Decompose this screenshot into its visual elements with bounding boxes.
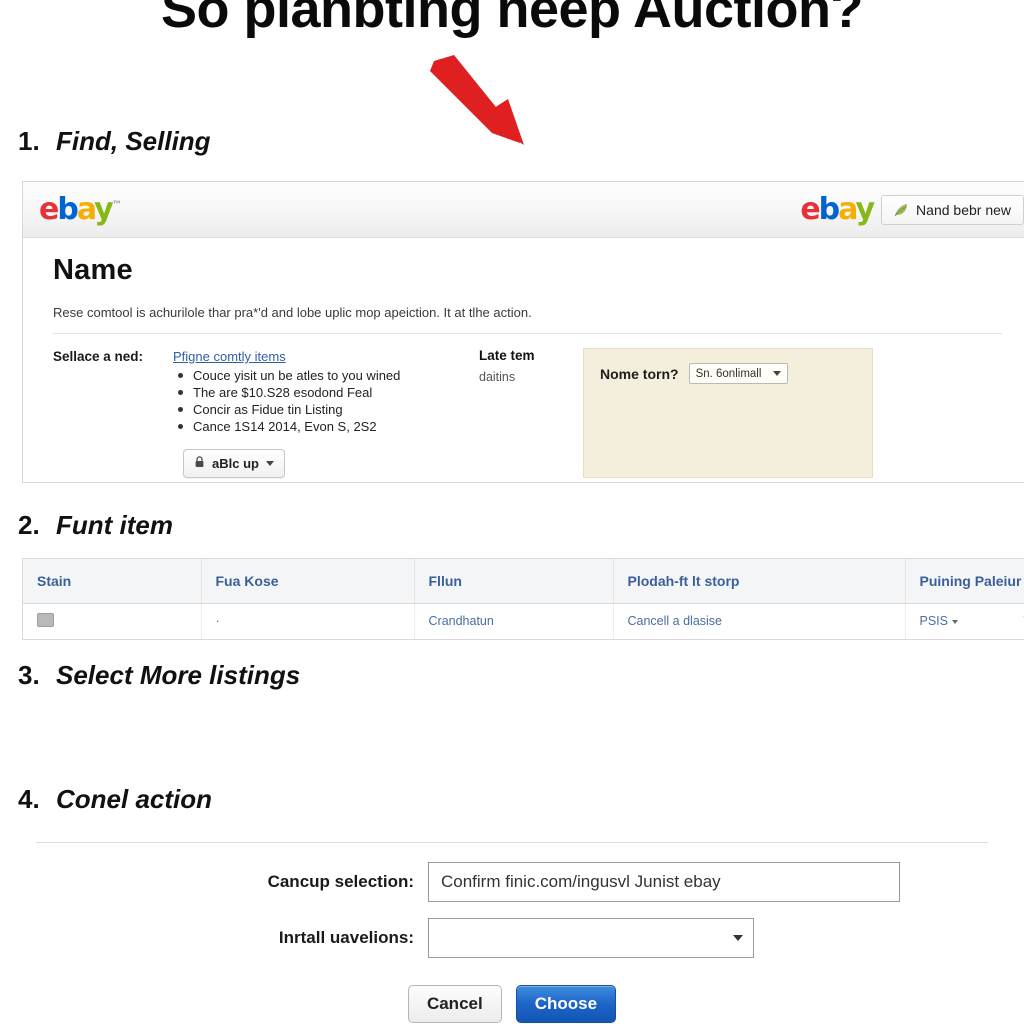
table-cell-title: · (201, 603, 415, 639)
panel-description: Rese comtool is achurilole thar pra*'d a… (53, 305, 1002, 334)
form-row-selection: Cancup selection: Confirm finic.com/ingu… (0, 862, 1024, 902)
table-cell-action[interactable]: Cancell a dlasise (613, 603, 906, 639)
chevron-down-icon (773, 371, 782, 376)
ebay-logo-left[interactable]: ebay™ (39, 191, 122, 227)
highlight-panel: Nome torn? Sn. 6onlimall (583, 348, 873, 478)
highlight-select[interactable]: Sn. 6onlimall (688, 363, 789, 384)
ebay-logo-letter-b: b (57, 191, 79, 227)
step-number-2: 2. (18, 510, 40, 540)
ebay-logo-right[interactable]: ebay (800, 191, 875, 227)
step-heading-3: 3. Select More listings (18, 660, 300, 691)
panel-columns: Sellace a ned: Pfigne comtly items Couce… (53, 334, 1024, 478)
chevron-down-icon (733, 935, 743, 941)
table-cell-thumbnail (23, 603, 202, 639)
table-cell-price-value: PSIS (919, 614, 949, 629)
ebay-logo-letter-e: e (39, 191, 59, 227)
install-select[interactable] (428, 918, 754, 958)
form-row-install: Inrtall uavelions: (0, 918, 1024, 958)
dialog-divider (36, 842, 988, 843)
selection-field-label: Cancup selection: (267, 872, 414, 891)
ebay-logo2-letter-a: a (838, 191, 857, 227)
ebay-panel-body: Name Rese comtool is achurilole thar pra… (23, 238, 1024, 478)
image-thumbnail-icon (37, 612, 54, 627)
list-item: Cance 1S14 2014, Evon S, 2S2 (173, 418, 473, 435)
lock-icon (194, 456, 205, 471)
dialog-form: Cancup selection: Confirm finic.com/ingu… (0, 862, 1024, 974)
step-number-3: 3. (18, 660, 40, 690)
ebay-screenshot-panel: ebay™ ebay Nand bebr new Name Rese comto… (22, 181, 1024, 483)
list-item: The are $10.S28 esodond Feal (173, 384, 473, 401)
selection-input-value: Confirm finic.com/ingusvl Junist ebay (441, 872, 721, 891)
highlight-panel-row: Nome torn? Sn. 6onlimall (600, 363, 856, 384)
table-col-header-2[interactable]: Fllun (414, 559, 614, 604)
step-label-3: Select More listings (56, 660, 301, 690)
table-col-header-4[interactable]: Puining Paleiur (905, 559, 1024, 604)
panel-mid-title: Late tem (479, 348, 535, 363)
page-title: So planbtlng neep Auction? (161, 0, 863, 39)
list-item: Concir as Fidue tin Listing (173, 401, 473, 418)
install-field-label: Inrtall uavelions: (278, 928, 414, 947)
policy-items-link[interactable]: Pfigne comtly items (173, 349, 286, 364)
table-col-header-0[interactable]: Stain (23, 559, 202, 604)
panel-bullet-list: Couce yisit un be atles to you wined The… (173, 367, 473, 435)
ebay-header-bar: ebay™ ebay Nand bebr new (23, 182, 1024, 238)
panel-heading: Name (53, 254, 133, 286)
panel-row-label: Sellace a ned: (53, 349, 144, 364)
list-item: Couce yisit un be atles to you wined (173, 367, 473, 384)
table-row[interactable]: · Crandhatun Cancell a dlasise PSIS Th (23, 603, 1024, 639)
table-col-header-1[interactable]: Fua Kose (201, 559, 415, 604)
step-number-1: 1. (18, 126, 40, 156)
ebay-logo-letter-a: a (76, 191, 96, 227)
table-cell-price[interactable]: PSIS Th (905, 603, 1024, 639)
table-header-row: Stain Fua Kose Fllun Plodah-ft lt storp … (23, 559, 1024, 604)
step-heading-1: 1. Find, Selling (18, 126, 211, 157)
step-label-1: Find, Selling (56, 126, 211, 156)
action-dropdown-button[interactable]: aBlc up (183, 449, 285, 478)
step-number-4: 4. (18, 784, 40, 814)
table-col-header-3[interactable]: Plodah-ft lt storp (613, 559, 906, 604)
panel-list-column: Pfigne comtly items Couce yisit un be at… (173, 348, 473, 478)
header-nav-pill-label: Nand bebr new (916, 201, 1011, 218)
chevron-down-icon (952, 619, 958, 624)
dialog-button-bar: Cancel Choose (0, 985, 1024, 1023)
highlight-question: Nome torn? (600, 365, 679, 382)
ebay-logo2-letter-e: e (800, 191, 820, 227)
ebay-logo-letter-y: y (94, 191, 114, 227)
step-label-4: Conel action (56, 784, 213, 814)
step-label-2: Funt item (56, 510, 173, 540)
chevron-down-icon (265, 461, 274, 466)
red-arrow-annotation (420, 55, 530, 145)
trademark-icon: ™ (111, 199, 122, 211)
listings-table-panel: Stain Fua Kose Fllun Plodah-ft lt storp … (22, 558, 1024, 640)
ebay-logo2-letter-b: b (818, 191, 841, 227)
panel-mid-subtitle: daitins (479, 370, 516, 384)
action-dropdown-label: aBlc up (212, 456, 259, 471)
choose-button[interactable]: Choose (515, 985, 617, 1023)
panel-mid-column: Late tem daitins (473, 348, 583, 478)
leaf-icon (894, 203, 908, 217)
highlight-select-value: Sn. 6onlimall (695, 367, 762, 380)
table-cell-format[interactable]: Crandhatun (414, 603, 614, 639)
ebay-logo2-letter-y: y (855, 191, 875, 227)
header-nav-pill[interactable]: Nand bebr new (881, 194, 1024, 225)
step-heading-4: 4. Conel action (18, 784, 212, 815)
ebay-header-right: ebay Nand bebr new (800, 191, 1024, 227)
selection-input[interactable]: Confirm finic.com/ingusvl Junist ebay (428, 862, 900, 902)
listings-table: Stain Fua Kose Fllun Plodah-ft lt storp … (23, 559, 1024, 639)
step-heading-2: 2. Funt item (18, 510, 173, 541)
cancel-button[interactable]: Cancel (407, 985, 502, 1023)
